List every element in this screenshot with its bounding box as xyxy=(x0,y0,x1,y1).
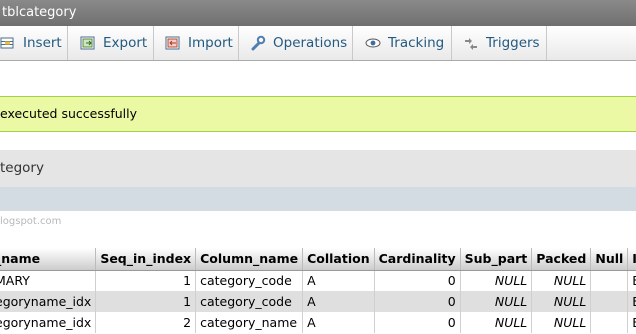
tab-insert[interactable]: Insert xyxy=(0,26,68,60)
tab-import-label: Import xyxy=(188,35,233,51)
column-header[interactable]: Sub_part xyxy=(460,248,533,271)
column-header[interactable]: _name xyxy=(0,248,97,271)
tab-insert-label: Insert xyxy=(23,35,62,51)
success-message: executed successfully xyxy=(0,96,636,132)
triggers-icon xyxy=(463,35,479,51)
cardinality-cell: 0 xyxy=(374,312,461,333)
tab-tracking-label: Tracking xyxy=(388,35,445,51)
index-type-cell: BTREE xyxy=(627,291,636,312)
index-type-cell: BTREE xyxy=(627,312,636,333)
window-title: tblcategory xyxy=(0,0,636,26)
column-header[interactable]: Null xyxy=(590,248,629,271)
packed-cell: NULL xyxy=(531,312,592,333)
sub-part-cell: NULL xyxy=(460,312,533,333)
wrench-icon xyxy=(250,35,266,51)
tab-bar: Insert Export Import Operations Tracking xyxy=(0,26,636,61)
sub-part-cell: NULL xyxy=(460,291,533,312)
column-header[interactable]: Column_name xyxy=(195,248,304,271)
phpmyadmin-window: tblcategory Insert Export Import Operati… xyxy=(0,0,636,334)
key-name-cell: egoryname_idx xyxy=(0,291,97,312)
column-name-cell: category_code xyxy=(195,291,304,312)
watermark: logspot.com xyxy=(0,216,62,227)
collation-cell: A xyxy=(302,270,375,291)
column-name-cell: category_code xyxy=(195,270,304,291)
null-cell xyxy=(590,291,629,312)
tab-operations-label: Operations xyxy=(273,35,348,51)
column-header[interactable]: Collation xyxy=(302,248,375,271)
tab-import[interactable]: Import xyxy=(154,26,239,60)
packed-cell: NULL xyxy=(531,270,592,291)
column-header[interactable]: Index_ty xyxy=(627,248,636,271)
insert-icon xyxy=(0,35,16,51)
column-header[interactable]: Cardinality xyxy=(374,248,461,271)
tab-export[interactable]: Export xyxy=(68,26,154,60)
cardinality-cell: 0 xyxy=(374,270,461,291)
table-row: MARY 1 category_code A 0 NULL NULL BTREE xyxy=(0,270,636,291)
export-icon xyxy=(80,35,96,51)
sub-part-cell: NULL xyxy=(460,270,533,291)
seq-cell: 2 xyxy=(95,312,197,333)
column-header[interactable]: Seq_in_index xyxy=(95,248,197,271)
key-name-cell: MARY xyxy=(0,270,97,291)
import-icon xyxy=(165,35,181,51)
tab-operations[interactable]: Operations xyxy=(239,26,353,60)
key-name-cell: egoryname_idx xyxy=(0,312,97,333)
sql-query-toolbar xyxy=(0,187,636,211)
packed-cell: NULL xyxy=(531,291,592,312)
tab-export-label: Export xyxy=(103,35,148,51)
null-cell xyxy=(590,270,629,291)
tab-tracking[interactable]: Tracking xyxy=(353,26,452,60)
column-header[interactable]: Packed xyxy=(531,248,592,271)
collation-cell: A xyxy=(302,312,375,333)
table-row: egoryname_idx 1 category_code A 0 NULL N… xyxy=(0,291,636,312)
table-header-row: _name Seq_in_index Column_name Collation… xyxy=(0,248,636,271)
seq-cell: 1 xyxy=(95,291,197,312)
collation-cell: A xyxy=(302,291,375,312)
column-name-cell: category_name xyxy=(195,312,304,333)
cardinality-cell: 0 xyxy=(374,291,461,312)
table-row: egoryname_idx 2 category_name A 0 NULL N… xyxy=(0,312,636,333)
seq-cell: 1 xyxy=(95,270,197,291)
results-table: _name Seq_in_index Column_name Collation… xyxy=(0,248,636,333)
null-cell xyxy=(590,312,629,333)
index-type-cell: BTREE xyxy=(627,270,636,291)
tab-triggers-label: Triggers xyxy=(486,35,540,51)
tab-triggers[interactable]: Triggers xyxy=(452,26,547,60)
sql-query-text: tegory xyxy=(0,150,636,187)
eye-icon xyxy=(365,35,381,51)
